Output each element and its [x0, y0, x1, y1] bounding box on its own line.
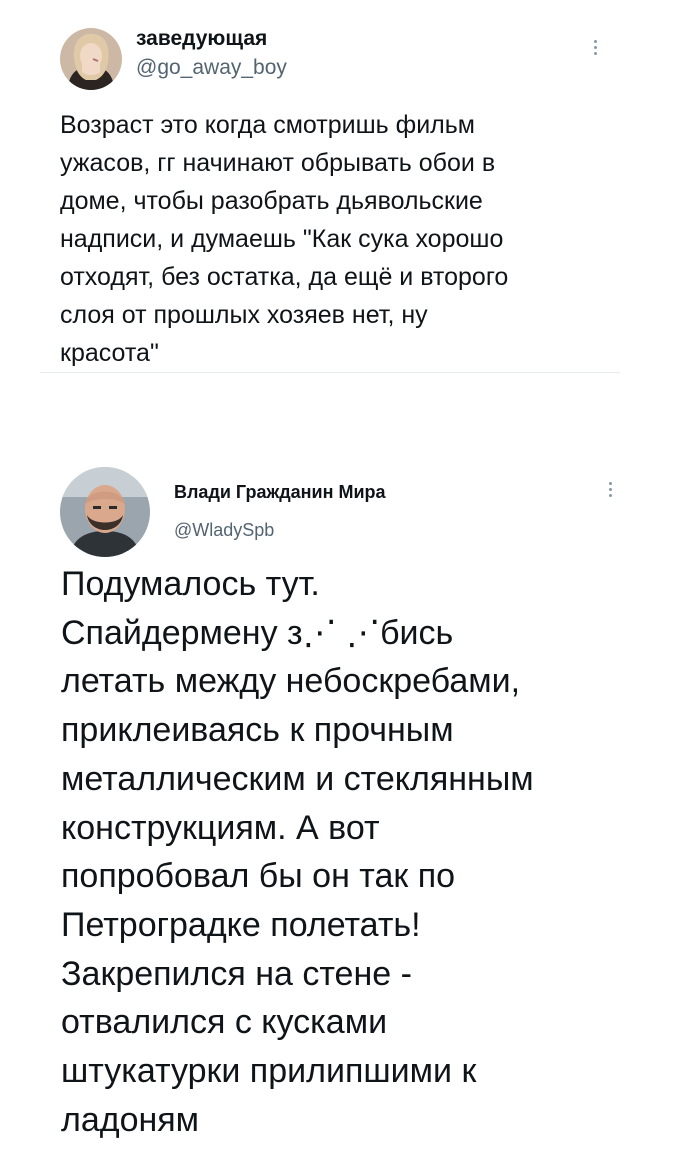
tweet-1: заведующая @go_away_boy Возраст это когд…: [0, 0, 699, 380]
tweet-text: Возраст это когда смотришь фильм ужасов,…: [60, 111, 509, 367]
profile-photo-woman-icon: [60, 28, 122, 90]
author-name[interactable]: заведующая: [136, 27, 267, 51]
tweet-screenshot-page: заведующая @go_away_boy Возраст это когд…: [0, 0, 699, 1160]
author-handle[interactable]: @go_away_boy: [136, 56, 287, 80]
vertical-ellipsis-icon[interactable]: [590, 40, 600, 55]
vertical-ellipsis-icon[interactable]: [605, 482, 615, 497]
tweet-text: Подумалось тут. Спайдермену з⋰ ⋰бись лет…: [61, 565, 534, 1139]
author-avatar[interactable]: [60, 28, 122, 90]
tweet-divider: [40, 372, 620, 373]
author-handle[interactable]: @WladySpb: [174, 520, 274, 541]
profile-photo-man-icon: [60, 467, 150, 557]
tweet-2: Влади Гражданин Мира @WladySpb Подумалос…: [0, 455, 699, 1155]
author-name[interactable]: Влади Гражданин Мира: [174, 482, 386, 503]
author-avatar[interactable]: [60, 467, 150, 557]
